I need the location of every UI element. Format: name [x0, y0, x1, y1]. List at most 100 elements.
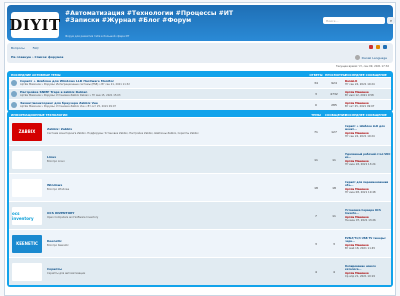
- topic-row: Захват/мониторинг для браузера Zabbix Vu…: [9, 99, 391, 110]
- current-time: Текущее время: Чт, сен 09, 2021 17:32: [335, 65, 389, 68]
- site-tagline: #Автоматизация #Технологии #Процессы #ИТ…: [65, 10, 234, 25]
- forum-image-label: KEENETIC: [16, 241, 38, 246]
- forum-image-label: ZABBIX: [18, 129, 36, 134]
- search-box[interactable]: Поиск… ⌕: [323, 17, 395, 24]
- ucp-icon[interactable]: [383, 45, 387, 49]
- forum-title-link[interactable]: Windows: [47, 183, 62, 187]
- active-topics-header: ПОСЛЕДНИЕ АКТИВНЫЕ ТЕМЫ ОТВЕТЫ ПРОСМОТРЫ…: [9, 72, 391, 77]
- forum-list-panel: ИНФОРМАЦИОННЫЕ ТЕХНОЛОГИИ ТЕМЫ СООБЩЕНИЯ…: [7, 111, 393, 287]
- topic-meta: Артём Мамонов » Форумы: Установка Zabbix…: [20, 105, 116, 108]
- forum-description: Система мониторинга Zabbix. Подфорумы: У…: [47, 131, 199, 135]
- col-last-post: ПОСЛЕДНЕЕ СООБЩЕНИЕ: [345, 72, 387, 77]
- topic-views: 924: [331, 81, 337, 85]
- last-post-title[interactable]: Копирование нового каталога...: [345, 265, 376, 271]
- col-topics: ТЕМЫ: [311, 112, 321, 117]
- active-topics-title: ПОСЛЕДНИЕ АКТИВНЫЕ ТЕМЫ: [11, 72, 61, 77]
- breadcrumb-home[interactable]: На главную: [11, 55, 31, 59]
- last-post-time: Пт сен 24, 2021 10:24: [345, 134, 375, 138]
- last-post-title[interactable]: EVN-T/T1/3 USB TV тюнеры: черн...: [345, 237, 386, 243]
- forum-info: Keenetic Всё про Keenetic: [45, 239, 307, 248]
- forum-title-link[interactable]: Linux: [47, 155, 56, 159]
- forum-topics-count: 7: [315, 213, 317, 218]
- site-subtagline: Форум для развития тебя в большой сфере …: [65, 35, 130, 38]
- forum-title-link[interactable]: Keenetic: [47, 239, 62, 243]
- forum-title-link[interactable]: Скрипты: [47, 267, 62, 271]
- topic-replies: 3: [315, 92, 317, 96]
- forum-image-label: ocs inventory: [12, 210, 34, 221]
- topic-title-link[interactable]: Скрипт + Шаблон для Windows LLD Hardware…: [20, 79, 114, 83]
- forum-row: Скрипты Скрипты для автоматизации 4 4 Копиро…: [9, 257, 391, 285]
- forum-image[interactable]: [12, 150, 42, 169]
- forum-last-post: Скрипт для переименования объ... Артём Ма…: [343, 181, 391, 195]
- forum-description: Скрипты для автоматизации: [47, 271, 86, 275]
- topic-row: Скрипт + Шаблон для Windows LLD Hardware…: [9, 77, 391, 88]
- forum-row: KEENETIC Keenetic Всё про Keenetic 3 3 EVN-T/…: [9, 229, 391, 257]
- forum-image[interactable]: ZABBIX: [12, 122, 42, 141]
- forum-topics-count: 18: [314, 185, 318, 190]
- faq-link[interactable]: Вопросы: [11, 46, 25, 50]
- forum-description: Open Computers and Software Inventory: [47, 215, 99, 219]
- last-post-time: Вт май 18, 2021 11:45: [345, 246, 376, 250]
- forum-image[interactable]: [12, 178, 42, 197]
- forum-info: OCS INVENTORY Open Computers and Software…: [45, 211, 307, 220]
- forum-image[interactable]: ocs inventory: [12, 206, 42, 225]
- topic-info: Захват/мониторинг для браузера Zabbix Vu…: [18, 101, 307, 110]
- last-post-time: Пт сен 24, 2021 10:24: [345, 83, 375, 86]
- search-button[interactable]: ⌕: [387, 17, 395, 24]
- forum-description: Всё про Keenetic: [47, 243, 69, 247]
- messages-icon[interactable]: [376, 45, 380, 49]
- forum-last-post: Копирование нового каталога... Артём Мамо…: [343, 265, 391, 279]
- last-post-title[interactable]: Установка Сервера OCS Invento...: [345, 209, 381, 215]
- topic-title-link[interactable]: Захват/мониторинг для браузера Zabbix Vu…: [20, 101, 98, 105]
- forum-row: Linux Всё про Linux 11 11 Удаленный рабочий …: [9, 145, 391, 173]
- user-menu[interactable]: Daniel Language: [354, 55, 387, 60]
- search-input[interactable]: Поиск…: [326, 19, 339, 23]
- last-post-time: Вт окт 25, 2021 09:07: [345, 105, 375, 108]
- topic-info: Скрипт + Шаблон для Windows LLD Hardware…: [18, 79, 307, 88]
- breadcrumb-forum[interactable]: Список форумов: [35, 55, 64, 59]
- forum-row: Windows Всё про Windows 18 18 Скрипт для пер…: [9, 173, 391, 201]
- forum-title-link[interactable]: Zabbix: Zabbix: [47, 127, 72, 131]
- site-header: DIYIT #Автоматизация #Технологии #Процес…: [7, 5, 395, 41]
- topic-last-post: Артём Мамонов Вт окт 25, 2021 09:07: [343, 102, 391, 109]
- forum-info: Linux Всё про Linux: [45, 155, 307, 164]
- last-post-time: Пт июн 18, 2021 13:24: [345, 162, 376, 166]
- forum-posts-count: 4: [333, 269, 335, 274]
- topic-meta: Артём Мамонов » Форумы: Установка Zabbix…: [20, 94, 121, 97]
- avatar: [354, 55, 360, 60]
- rules-link[interactable]: FAQ: [33, 46, 39, 50]
- topic-read-icon: [10, 80, 17, 86]
- col-replies: ОТВЕТЫ: [309, 72, 323, 77]
- username: Daniel Language: [361, 55, 387, 60]
- forum-title-link[interactable]: OCS INVENTORY: [47, 211, 74, 215]
- topic-last-post: Артём Мамонов Вт июл 12, 2021 9:58: [343, 91, 391, 98]
- nav-bar: Вопросы FAQ На главную › Список форумов …: [7, 43, 393, 63]
- col-views: ПРОСМОТРЫ: [325, 72, 346, 77]
- forum-image[interactable]: KEENETIC: [12, 234, 42, 253]
- topic-status-icon: [9, 102, 18, 108]
- forum-last-post: Удаленный рабочий стол VNC из... Артём Ма…: [343, 153, 391, 167]
- forum-info: Windows Всё про Windows: [45, 183, 307, 192]
- topic-info: Настройка SNMP Traps в zabbix Debian Артё…: [18, 90, 307, 99]
- topic-status-icon: [9, 80, 18, 86]
- last-post-title[interactable]: Удаленный рабочий стол VNC из...: [345, 153, 390, 159]
- notifications-icon[interactable]: [369, 45, 373, 49]
- last-post-title[interactable]: Скрипт для переименования объ...: [345, 181, 388, 187]
- forum-topics-count: 71: [314, 129, 318, 134]
- last-post-time: Пт июн 08, 2021 10:48: [345, 190, 376, 194]
- topic-title-link[interactable]: Настройка SNMP Traps в zabbix Debian: [20, 90, 87, 94]
- forum-list-header: ИНФОРМАЦИОННЫЕ ТЕХНОЛОГИИ ТЕМЫ СООБЩЕНИЯ…: [9, 112, 391, 117]
- forum-posts-count: 11: [332, 157, 336, 162]
- col-posts: СООБЩЕНИЯ: [325, 112, 347, 117]
- forum-info: Скрипты Скрипты для автоматизации: [45, 267, 307, 276]
- forum-last-post: EVN-T/T1/3 USB TV тюнеры: черн... Артём М…: [343, 237, 391, 251]
- last-post-title[interactable]: Скрипт + Шаблон LLD для монит...: [345, 125, 385, 131]
- topic-replies: 0: [315, 103, 317, 107]
- site-logo[interactable]: DIYIT: [9, 12, 60, 38]
- topic-read-icon: [10, 91, 17, 97]
- last-post-time: Пн июн 07, 2021 13:26: [345, 218, 376, 222]
- forum-posts-count: 3: [333, 241, 335, 246]
- forum-info: Zabbix: Zabbix Система мониторинга Zabbix…: [45, 127, 307, 136]
- forum-category-title[interactable]: ИНФОРМАЦИОННЫЕ ТЕХНОЛОГИИ: [9, 113, 307, 117]
- forum-image[interactable]: [12, 262, 42, 281]
